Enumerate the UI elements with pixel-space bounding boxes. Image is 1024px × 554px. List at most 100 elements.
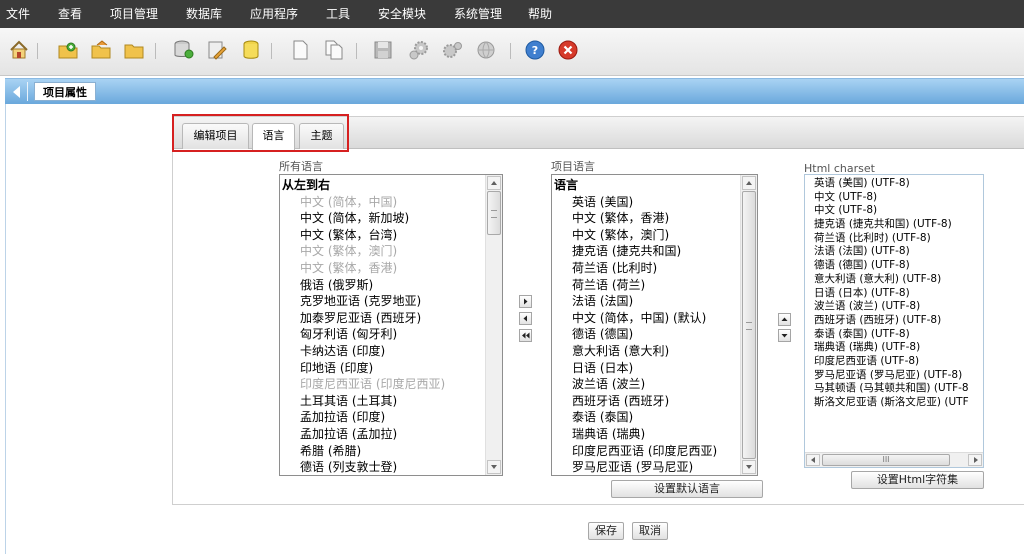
list-item[interactable]: 英语 (美国) (UTF-8): [805, 177, 983, 191]
scroll-thumb[interactable]: [487, 191, 501, 235]
list-item[interactable]: 德语 (德国): [552, 326, 740, 343]
list-item[interactable]: 中文 (UTF-8): [805, 204, 983, 218]
set-html-charset-button[interactable]: 设置Html字符集: [851, 471, 984, 489]
list-item[interactable]: 罗马尼亚语 (罗马尼亚): [552, 459, 740, 475]
scroll-right-icon[interactable]: [968, 454, 982, 466]
all-languages-list[interactable]: 从左到右 中文 (简体，中国) 中文 (简体，新加坡) 中文 (繁体，台湾) 中…: [279, 174, 503, 476]
menu-project[interactable]: 项目管理: [104, 0, 180, 28]
list-item[interactable]: 孟加拉语 (孟加拉): [280, 426, 485, 443]
list-item[interactable]: 中文 (简体，新加坡): [280, 210, 485, 227]
list-item[interactable]: 克罗地亚语 (克罗地亚): [280, 293, 485, 310]
scroll-up-icon[interactable]: [487, 176, 501, 190]
list-item[interactable]: 孟加拉语 (印度): [280, 409, 485, 426]
list-item[interactable]: 印度尼西亚语 (UTF-8): [805, 355, 983, 369]
list-item[interactable]: 印度尼西亚语 (印度尼西亚): [552, 443, 740, 460]
scroll-thumb[interactable]: III: [822, 454, 950, 466]
list-item[interactable]: 日语 (日本): [552, 360, 740, 377]
list-item[interactable]: 中文 (繁体，台湾): [280, 227, 485, 244]
menu-security[interactable]: 安全模块: [372, 0, 448, 28]
menu-help[interactable]: 帮助: [522, 0, 574, 28]
list-item[interactable]: 土耳其语 (土耳其): [280, 393, 485, 410]
folder-icon[interactable]: [123, 39, 145, 61]
menu-view[interactable]: 查看: [52, 0, 104, 28]
save-button[interactable]: 保存: [588, 522, 624, 540]
list-item[interactable]: 印度尼西亚语 (印度尼西亚): [280, 376, 485, 393]
save-icon[interactable]: [372, 39, 394, 61]
scroll-down-icon[interactable]: [487, 460, 501, 474]
list-item[interactable]: 泰语 (泰国): [552, 409, 740, 426]
list-item[interactable]: 匈牙利语 (匈牙利): [280, 326, 485, 343]
move-up-button[interactable]: [778, 313, 791, 326]
move-all-left-button[interactable]: [519, 329, 532, 342]
list-item[interactable]: 西班牙语 (西班牙) (UTF-8): [805, 314, 983, 328]
set-default-language-button[interactable]: 设置默认语言: [611, 480, 763, 498]
list-item[interactable]: 波兰语 (波兰): [552, 376, 740, 393]
list-item[interactable]: 印地语 (印度): [280, 360, 485, 377]
globe-icon[interactable]: [475, 39, 497, 61]
new-document-icon[interactable]: [289, 39, 311, 61]
list-item[interactable]: 泰语 (泰国) (UTF-8): [805, 328, 983, 342]
list-item[interactable]: 法语 (法国): [552, 293, 740, 310]
scroll-left-icon[interactable]: [806, 454, 820, 466]
list-item[interactable]: 德语 (列支敦士登): [280, 459, 485, 475]
list-item[interactable]: 西班牙语 (西班牙): [552, 393, 740, 410]
cancel-button[interactable]: 取消: [632, 522, 668, 540]
list-item[interactable]: 中文 (简体，中国) (默认): [552, 310, 740, 327]
list-item[interactable]: 瑞典语 (瑞典): [552, 426, 740, 443]
list-item[interactable]: 日语 (日本) (UTF-8): [805, 287, 983, 301]
list-item[interactable]: 卡纳达语 (印度): [280, 343, 485, 360]
scroll-up-icon[interactable]: [742, 176, 756, 190]
menu-system[interactable]: 系统管理: [448, 0, 522, 28]
list-item[interactable]: 斯洛文尼亚语 (斯洛文尼亚) (UTF: [805, 396, 983, 410]
charset-list[interactable]: 英语 (美国) (UTF-8) 中文 (UTF-8) 中文 (UTF-8) 捷克…: [804, 174, 984, 468]
scroll-thumb[interactable]: [742, 191, 756, 459]
menu-application[interactable]: 应用程序: [244, 0, 320, 28]
move-down-button[interactable]: [778, 329, 791, 342]
list-item[interactable]: 英语 (美国): [552, 194, 740, 211]
list-item[interactable]: 瑞典语 (瑞典) (UTF-8): [805, 341, 983, 355]
scroll-down-icon[interactable]: [742, 460, 756, 474]
menu-tools[interactable]: 工具: [320, 0, 372, 28]
close-icon[interactable]: [557, 39, 579, 61]
list-item[interactable]: 意大利语 (意大利): [552, 343, 740, 360]
list-item[interactable]: 俄语 (俄罗斯): [280, 277, 485, 294]
list-item[interactable]: 捷克语 (捷克共和国): [552, 243, 740, 260]
list-item[interactable]: 荷兰语 (荷兰): [552, 277, 740, 294]
back-arrow-icon[interactable]: [13, 86, 20, 98]
list-item[interactable]: 希腊 (希腊): [280, 443, 485, 460]
list-item[interactable]: 中文 (繁体，香港): [280, 260, 485, 277]
list-item[interactable]: 德语 (德国) (UTF-8): [805, 259, 983, 273]
list-item[interactable]: 波兰语 (波兰) (UTF-8): [805, 300, 983, 314]
move-right-button[interactable]: [519, 295, 532, 308]
list-item[interactable]: 荷兰语 (比利时): [552, 260, 740, 277]
copy-document-icon[interactable]: [323, 39, 345, 61]
database-edit-icon[interactable]: [206, 39, 228, 61]
charset-horizontal-scrollbar[interactable]: III: [805, 452, 983, 467]
list-item[interactable]: 荷兰语 (比利时) (UTF-8): [805, 232, 983, 246]
project-languages-list[interactable]: 语言 英语 (美国) 中文 (繁体，香港) 中文 (繁体，澳门) 捷克语 (捷克…: [551, 174, 758, 476]
menu-database[interactable]: 数据库: [180, 0, 244, 28]
list-item[interactable]: 法语 (法国) (UTF-8): [805, 245, 983, 259]
settings-icon[interactable]: [408, 39, 430, 61]
list-item[interactable]: 中文 (繁体，澳门): [552, 227, 740, 244]
move-left-button[interactable]: [519, 312, 532, 325]
help-icon[interactable]: ?: [524, 39, 546, 61]
list-item[interactable]: 加泰罗尼亚语 (西班牙): [280, 310, 485, 327]
list-item[interactable]: 罗马尼亚语 (罗马尼亚) (UTF-8): [805, 369, 983, 383]
list-item[interactable]: 中文 (简体，中国): [280, 194, 485, 211]
open-project-icon[interactable]: [90, 39, 112, 61]
all-languages-scrollbar[interactable]: [485, 175, 502, 475]
settings-multi-icon[interactable]: [441, 39, 463, 61]
list-item[interactable]: 马其顿语 (马其顿共和国) (UTF-8: [805, 382, 983, 396]
list-item[interactable]: 中文 (繁体，香港): [552, 210, 740, 227]
database-icon[interactable]: [240, 39, 262, 61]
list-item[interactable]: 捷克语 (捷克共和国) (UTF-8): [805, 218, 983, 232]
list-item[interactable]: 中文 (UTF-8): [805, 191, 983, 205]
home-icon[interactable]: [8, 39, 30, 61]
new-project-icon[interactable]: [57, 39, 79, 61]
database-add-icon[interactable]: [173, 39, 195, 61]
list-item[interactable]: 意大利语 (意大利) (UTF-8): [805, 273, 983, 287]
project-languages-scrollbar[interactable]: [740, 175, 757, 475]
menu-file[interactable]: 文件: [0, 0, 52, 28]
list-item[interactable]: 中文 (繁体，澳门): [280, 243, 485, 260]
